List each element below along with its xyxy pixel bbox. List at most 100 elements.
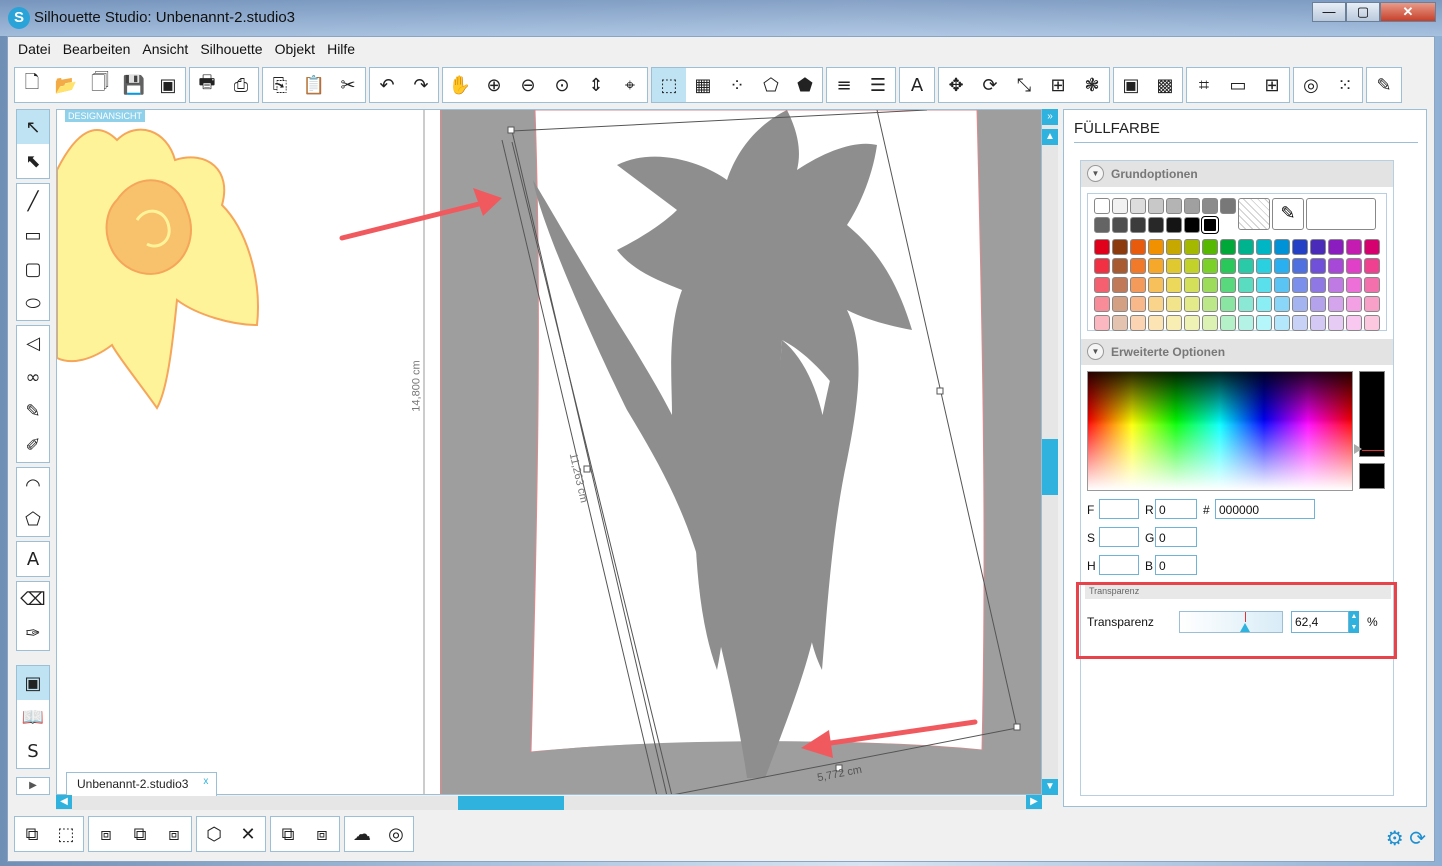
- b-field[interactable]: 0: [1155, 555, 1197, 575]
- color-swatch[interactable]: [1328, 258, 1344, 274]
- delete-cross-icon[interactable]: ✕: [231, 817, 265, 851]
- design-canvas[interactable]: DESIGNANSICHT 14,800 cm 11,263 cm 5,772 …: [56, 109, 1042, 795]
- line-type-icon[interactable]: ☰: [861, 68, 895, 102]
- color-swatch[interactable]: [1220, 258, 1236, 274]
- color-swatch[interactable]: [1202, 198, 1218, 214]
- pattern-fill-icon[interactable]: ⁘: [720, 68, 754, 102]
- color-swatch[interactable]: [1184, 217, 1200, 233]
- ellipse-tool-icon[interactable]: ⬭: [17, 286, 49, 320]
- color-swatch[interactable]: [1148, 217, 1164, 233]
- color-swatch[interactable]: [1310, 239, 1326, 255]
- color-swatch[interactable]: [1256, 239, 1272, 255]
- gradient-fill-icon[interactable]: ▦: [686, 68, 720, 102]
- color-swatch[interactable]: [1202, 315, 1218, 331]
- color-swatch[interactable]: [1238, 239, 1254, 255]
- fill-color-icon[interactable]: ⬚: [652, 68, 686, 102]
- select-tool-icon[interactable]: ↖: [17, 110, 49, 144]
- basic-options-header[interactable]: ▼ Grundoptionen: [1081, 161, 1393, 187]
- color-swatch[interactable]: [1166, 277, 1182, 293]
- color-swatch[interactable]: [1238, 296, 1254, 312]
- color-swatch[interactable]: [1274, 277, 1290, 293]
- color-swatch[interactable]: [1112, 217, 1128, 233]
- color-swatch[interactable]: [1166, 315, 1182, 331]
- send-backward-icon[interactable]: ⧈: [305, 817, 339, 851]
- move-icon[interactable]: ⊞: [1041, 68, 1075, 102]
- color-swatch[interactable]: [1328, 296, 1344, 312]
- color-swatch[interactable]: [1310, 296, 1326, 312]
- text-tool-icon[interactable]: A: [17, 542, 49, 576]
- scroll-left-icon[interactable]: ◀: [56, 795, 72, 809]
- color-swatch[interactable]: [1220, 315, 1236, 331]
- point-edit-icon[interactable]: ⬉: [17, 144, 49, 178]
- bring-to-front-icon[interactable]: ⧈: [157, 817, 191, 851]
- 3d-box-icon[interactable]: ⬡: [197, 817, 231, 851]
- smooth-freehand-tool-icon[interactable]: ✐: [17, 428, 49, 462]
- freehand-tool-icon[interactable]: ✎: [17, 394, 49, 428]
- minimize-button[interactable]: —: [1312, 2, 1346, 22]
- replicate-icon[interactable]: ❃: [1075, 68, 1109, 102]
- color-swatch[interactable]: [1346, 315, 1362, 331]
- color-swatch[interactable]: [1220, 296, 1236, 312]
- color-swatch[interactable]: [1094, 315, 1110, 331]
- regular-polygon-tool-icon[interactable]: ⬠: [17, 502, 49, 536]
- fit-to-page-icon[interactable]: ⇕: [579, 68, 613, 102]
- open-recent-icon[interactable]: 🗍: [83, 68, 117, 102]
- color-swatch[interactable]: [1202, 296, 1218, 312]
- group-icon[interactable]: ⧉: [15, 817, 49, 851]
- no-fill-swatch-icon[interactable]: [1238, 198, 1270, 230]
- color-swatch[interactable]: [1346, 277, 1362, 293]
- scroll-up-icon[interactable]: ▲: [1042, 129, 1058, 145]
- color-swatch[interactable]: [1346, 239, 1362, 255]
- menu-hilfe[interactable]: Hilfe: [321, 41, 361, 57]
- color-swatch[interactable]: [1148, 296, 1164, 312]
- color-swatch[interactable]: [1148, 258, 1164, 274]
- save-icon[interactable]: 💾: [117, 68, 151, 102]
- color-swatch[interactable]: [1220, 239, 1236, 255]
- color-swatch[interactable]: [1364, 296, 1380, 312]
- color-swatch[interactable]: [1094, 198, 1110, 214]
- rotate-icon[interactable]: ⟳: [973, 68, 1007, 102]
- vertical-scroll-thumb[interactable]: [1042, 439, 1058, 495]
- r-field[interactable]: 0: [1155, 499, 1197, 519]
- f-field[interactable]: [1099, 499, 1139, 519]
- color-swatch[interactable]: [1130, 258, 1146, 274]
- grid-icon[interactable]: ⊞: [1255, 68, 1289, 102]
- curve-tool-icon[interactable]: ∞: [17, 360, 49, 394]
- brightness-handle-icon[interactable]: [1354, 444, 1362, 454]
- color-swatch[interactable]: [1292, 277, 1308, 293]
- color-swatch[interactable]: [1184, 239, 1200, 255]
- panel-expand-icon[interactable]: »: [1042, 109, 1058, 125]
- color-swatch[interactable]: [1201, 216, 1219, 234]
- color-swatch[interactable]: [1256, 258, 1272, 274]
- color-swatch[interactable]: [1202, 258, 1218, 274]
- color-swatch[interactable]: [1112, 258, 1128, 274]
- color-swatch[interactable]: [1112, 239, 1128, 255]
- color-swatch[interactable]: [1130, 315, 1146, 331]
- color-swatch[interactable]: [1292, 258, 1308, 274]
- scroll-down-icon[interactable]: ▼: [1042, 779, 1058, 795]
- color-swatch[interactable]: [1328, 239, 1344, 255]
- color-swatch[interactable]: [1310, 277, 1326, 293]
- color-swatch[interactable]: [1166, 258, 1182, 274]
- store-icon[interactable]: S: [17, 734, 49, 768]
- color-swatch[interactable]: [1238, 277, 1254, 293]
- maximize-button[interactable]: ▢: [1346, 2, 1380, 22]
- arc-tool-icon[interactable]: ◠: [17, 468, 49, 502]
- color-swatch[interactable]: [1184, 296, 1200, 312]
- brightness-slider[interactable]: [1354, 371, 1385, 457]
- color-swatch[interactable]: [1274, 239, 1290, 255]
- color-swatch[interactable]: [1166, 296, 1182, 312]
- line-tool-icon[interactable]: ╱: [17, 184, 49, 218]
- scroll-right-icon[interactable]: ▶: [1026, 795, 1042, 809]
- eyedropper-icon[interactable]: ✎: [1272, 198, 1304, 230]
- color-swatch[interactable]: [1094, 258, 1110, 274]
- color-swatch[interactable]: [1184, 198, 1200, 214]
- menu-ansicht[interactable]: Ansicht: [136, 41, 194, 57]
- align-icon[interactable]: ✥: [939, 68, 973, 102]
- color-swatch[interactable]: [1148, 239, 1164, 255]
- color-swatch[interactable]: [1238, 258, 1254, 274]
- color-swatch[interactable]: [1238, 315, 1254, 331]
- color-swatch[interactable]: [1094, 296, 1110, 312]
- g-field[interactable]: 0: [1155, 527, 1197, 547]
- zoom-out-icon[interactable]: ⊖: [511, 68, 545, 102]
